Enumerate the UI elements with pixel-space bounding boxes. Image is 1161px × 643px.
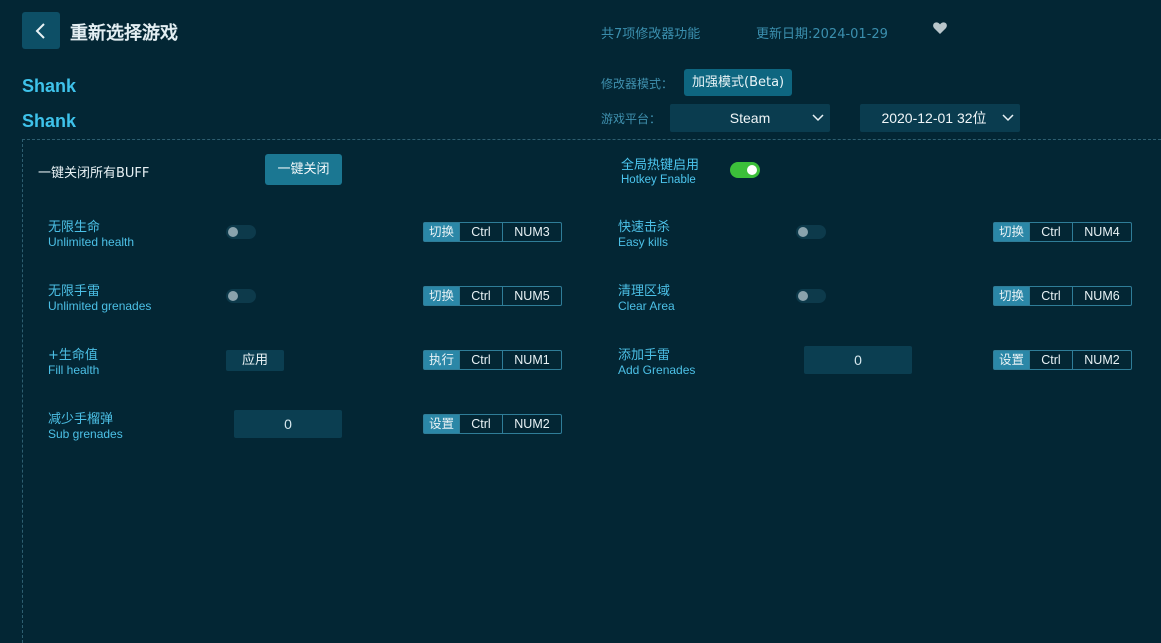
hotkey-key[interactable]: Ctrl (459, 351, 502, 369)
page-title: 重新选择游戏 (70, 23, 178, 44)
mode-label: 修改器模式： (601, 77, 674, 91)
hotkey-key[interactable]: NUM6 (1072, 287, 1131, 305)
hotkey-group: 切换 Ctrl NUM3 (423, 222, 562, 242)
hotkey-key[interactable]: Ctrl (1029, 223, 1072, 241)
back-button[interactable] (22, 12, 60, 49)
platform-value: Steam (729, 110, 771, 126)
platform-label: 游戏平台： (601, 112, 662, 126)
hotkey-key[interactable]: NUM1 (502, 351, 561, 369)
heart-icon[interactable] (932, 20, 948, 40)
chevron-left-icon (35, 22, 45, 39)
version-select[interactable]: 2020-12-01 32位 (860, 104, 1020, 132)
hotkey-action-button[interactable]: 切换 (424, 287, 459, 305)
hotkey-action-button[interactable]: 切换 (424, 223, 459, 241)
feature-label-en: Fill health (48, 363, 100, 377)
easy-kills-toggle[interactable] (796, 225, 826, 239)
hotkey-key[interactable]: Ctrl (1029, 351, 1072, 369)
hotkey-group: 切换 Ctrl NUM4 (993, 222, 1132, 242)
hotkey-group: 切换 Ctrl NUM6 (993, 286, 1132, 306)
feature-label-en: Unlimited health (48, 235, 135, 249)
mode-button[interactable]: 加强模式(Beta) (684, 69, 793, 96)
feature-label-en: Add Grenades (618, 363, 696, 377)
hotkey-action-button[interactable]: 设置 (994, 351, 1029, 369)
hotkey-key[interactable]: Ctrl (1029, 287, 1072, 305)
feature-label: 无限手雷 (48, 284, 101, 299)
hotkey-key[interactable]: NUM2 (1072, 351, 1131, 369)
feature-label-en: Clear Area (618, 299, 675, 313)
chevron-down-icon (806, 114, 830, 122)
hotkey-group: 设置 Ctrl NUM2 (423, 414, 562, 434)
hotkey-group: 设置 Ctrl NUM2 (993, 350, 1132, 370)
hotkey-group: 执行 Ctrl NUM1 (423, 350, 562, 370)
apply-button[interactable]: 应用 (226, 350, 284, 371)
hotkey-key[interactable]: Ctrl (459, 287, 502, 305)
hotkey-action-button[interactable]: 切换 (994, 287, 1029, 305)
chevron-down-icon (996, 114, 1020, 122)
hotkey-key[interactable]: Ctrl (459, 415, 502, 433)
platform-select[interactable]: Steam (670, 104, 830, 132)
feature-label: +生命值 (48, 348, 98, 363)
hotkey-key[interactable]: NUM3 (502, 223, 561, 241)
feature-label: 添加手雷 (618, 348, 671, 363)
clear-area-toggle[interactable] (796, 289, 826, 303)
feature-label: 减少手榴弹 (48, 412, 114, 427)
hotkey-enable-toggle[interactable] (730, 162, 760, 178)
hotkey-key[interactable]: NUM5 (502, 287, 561, 305)
update-date: 更新日期:2024-01-29 (756, 27, 888, 42)
feature-label: 快速击杀 (618, 220, 671, 235)
version-value: 2020-12-01 32位 (881, 110, 987, 126)
hotkey-key[interactable]: Ctrl (459, 223, 502, 241)
hotkey-key[interactable]: NUM2 (502, 415, 561, 433)
hotkey-key[interactable]: NUM4 (1072, 223, 1131, 241)
game-name: Shank (22, 76, 77, 96)
hotkey-action-button[interactable]: 切换 (994, 223, 1029, 241)
unlimited-health-toggle[interactable] (226, 225, 256, 239)
feature-label-en: Easy kills (618, 235, 669, 249)
feature-label: 清理区域 (618, 284, 671, 299)
hotkey-enable-title: 全局热键启用 (621, 158, 700, 173)
game-name-secondary: Shank (22, 111, 77, 131)
unlimited-grenades-toggle[interactable] (226, 289, 256, 303)
hotkey-action-button[interactable]: 执行 (424, 351, 459, 369)
hotkey-action-button[interactable]: 设置 (424, 415, 459, 433)
feature-label: 无限生命 (48, 220, 101, 235)
features-panel (22, 139, 1161, 643)
all-off-button[interactable]: 一键关闭 (265, 154, 342, 185)
hotkey-group: 切换 Ctrl NUM5 (423, 286, 562, 306)
feature-count: 共7项修改器功能 (601, 27, 701, 42)
feature-label-en: Sub grenades (48, 427, 123, 441)
sub-grenades-input[interactable] (234, 410, 342, 438)
hotkey-enable-subtitle: Hotkey Enable (621, 174, 696, 186)
add-grenades-input[interactable] (804, 346, 912, 374)
feature-label-en: Unlimited grenades (48, 299, 152, 313)
all-off-label: 一键关闭所有BUFF (38, 166, 150, 181)
